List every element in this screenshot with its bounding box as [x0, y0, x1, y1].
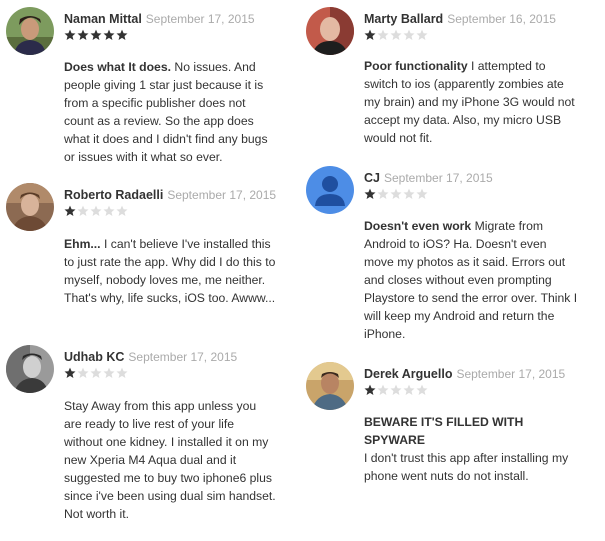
avatar[interactable]: [306, 7, 354, 55]
review-header: Derek Arguello September 17, 2015: [364, 365, 565, 383]
star-empty-icon: [377, 188, 389, 200]
star-empty-icon: [416, 29, 428, 41]
author-name[interactable]: Roberto Radaelli: [64, 188, 163, 202]
review-text: No issues. And people giving 1 star just…: [64, 60, 268, 164]
star-rating: [364, 29, 428, 43]
star-filled-icon: [364, 29, 376, 41]
review-text: Migrate from Android to iOS? Ha. Doesn't…: [364, 219, 578, 341]
star-empty-icon: [390, 29, 402, 41]
star-filled-icon: [90, 29, 102, 41]
star-empty-icon: [77, 367, 89, 379]
review-text: I don't trust this app after installing …: [364, 451, 569, 483]
review-header: Roberto Radaelli September 17, 2015: [64, 186, 276, 204]
star-empty-icon: [90, 367, 102, 379]
review-header: Naman Mittal September 17, 2015: [64, 10, 255, 28]
avatar[interactable]: [6, 345, 54, 393]
review-date: September 17, 2015: [456, 367, 566, 381]
star-filled-icon: [103, 29, 115, 41]
star-empty-icon: [403, 188, 415, 200]
star-empty-icon: [377, 29, 389, 41]
star-empty-icon: [77, 205, 89, 217]
star-filled-icon: [77, 29, 89, 41]
star-filled-icon: [64, 367, 76, 379]
author-name[interactable]: Marty Ballard: [364, 12, 443, 26]
star-rating: [64, 205, 128, 219]
star-empty-icon: [416, 384, 428, 396]
star-rating: [364, 188, 428, 202]
star-empty-icon: [103, 367, 115, 379]
review-title: Does what It does.: [64, 60, 171, 74]
review-date: September 17, 2015: [167, 188, 277, 202]
author-name[interactable]: CJ: [364, 171, 380, 185]
star-filled-icon: [64, 205, 76, 217]
review-text: Stay Away from this app unless you are r…: [64, 399, 276, 521]
star-rating: [364, 384, 428, 398]
star-rating: [64, 29, 128, 43]
author-name[interactable]: Udhab KC: [64, 350, 124, 364]
star-empty-icon: [116, 205, 128, 217]
avatar[interactable]: [306, 166, 354, 214]
star-empty-icon: [403, 29, 415, 41]
review-header: Udhab KC September 17, 2015: [64, 348, 237, 366]
review-body: Doesn't even work Migrate from Android t…: [364, 217, 578, 343]
star-empty-icon: [416, 188, 428, 200]
star-filled-icon: [364, 188, 376, 200]
star-rating: [64, 367, 128, 381]
review-title: Ehm...: [64, 237, 101, 251]
star-empty-icon: [116, 367, 128, 379]
star-empty-icon: [377, 384, 389, 396]
review-title: Poor functionality: [364, 59, 468, 73]
review-body: Ehm... I can't believe I've installed th…: [64, 235, 276, 307]
star-empty-icon: [90, 205, 102, 217]
review-date: September 17, 2015: [128, 350, 238, 364]
review-header: CJ September 17, 2015: [364, 169, 493, 187]
star-empty-icon: [390, 384, 402, 396]
author-name[interactable]: Derek Arguello: [364, 367, 452, 381]
review-date: September 16, 2015: [447, 12, 556, 26]
star-filled-icon: [364, 384, 376, 396]
avatar[interactable]: [306, 362, 354, 410]
avatar[interactable]: [6, 183, 54, 231]
review-body: Stay Away from this app unless you are r…: [64, 397, 276, 523]
avatar[interactable]: [6, 7, 54, 55]
star-empty-icon: [390, 188, 402, 200]
review-body: Does what It does. No issues. And people…: [64, 58, 276, 166]
star-filled-icon: [116, 29, 128, 41]
review-title: Doesn't even work: [364, 219, 472, 233]
review-body: BEWARE IT'S FILLED WITH SPYWARE I don't …: [364, 413, 578, 485]
star-empty-icon: [103, 205, 115, 217]
review-header: Marty Ballard September 16, 2015: [364, 10, 556, 28]
review-date: September 17, 2015: [383, 171, 493, 185]
star-empty-icon: [403, 384, 415, 396]
review-body: Poor functionality I attempted to switch…: [364, 57, 578, 147]
review-date: September 17, 2015: [145, 12, 255, 26]
author-name[interactable]: Naman Mittal: [64, 12, 142, 26]
review-title: BEWARE IT'S FILLED WITH SPYWARE: [364, 415, 524, 447]
star-filled-icon: [64, 29, 76, 41]
